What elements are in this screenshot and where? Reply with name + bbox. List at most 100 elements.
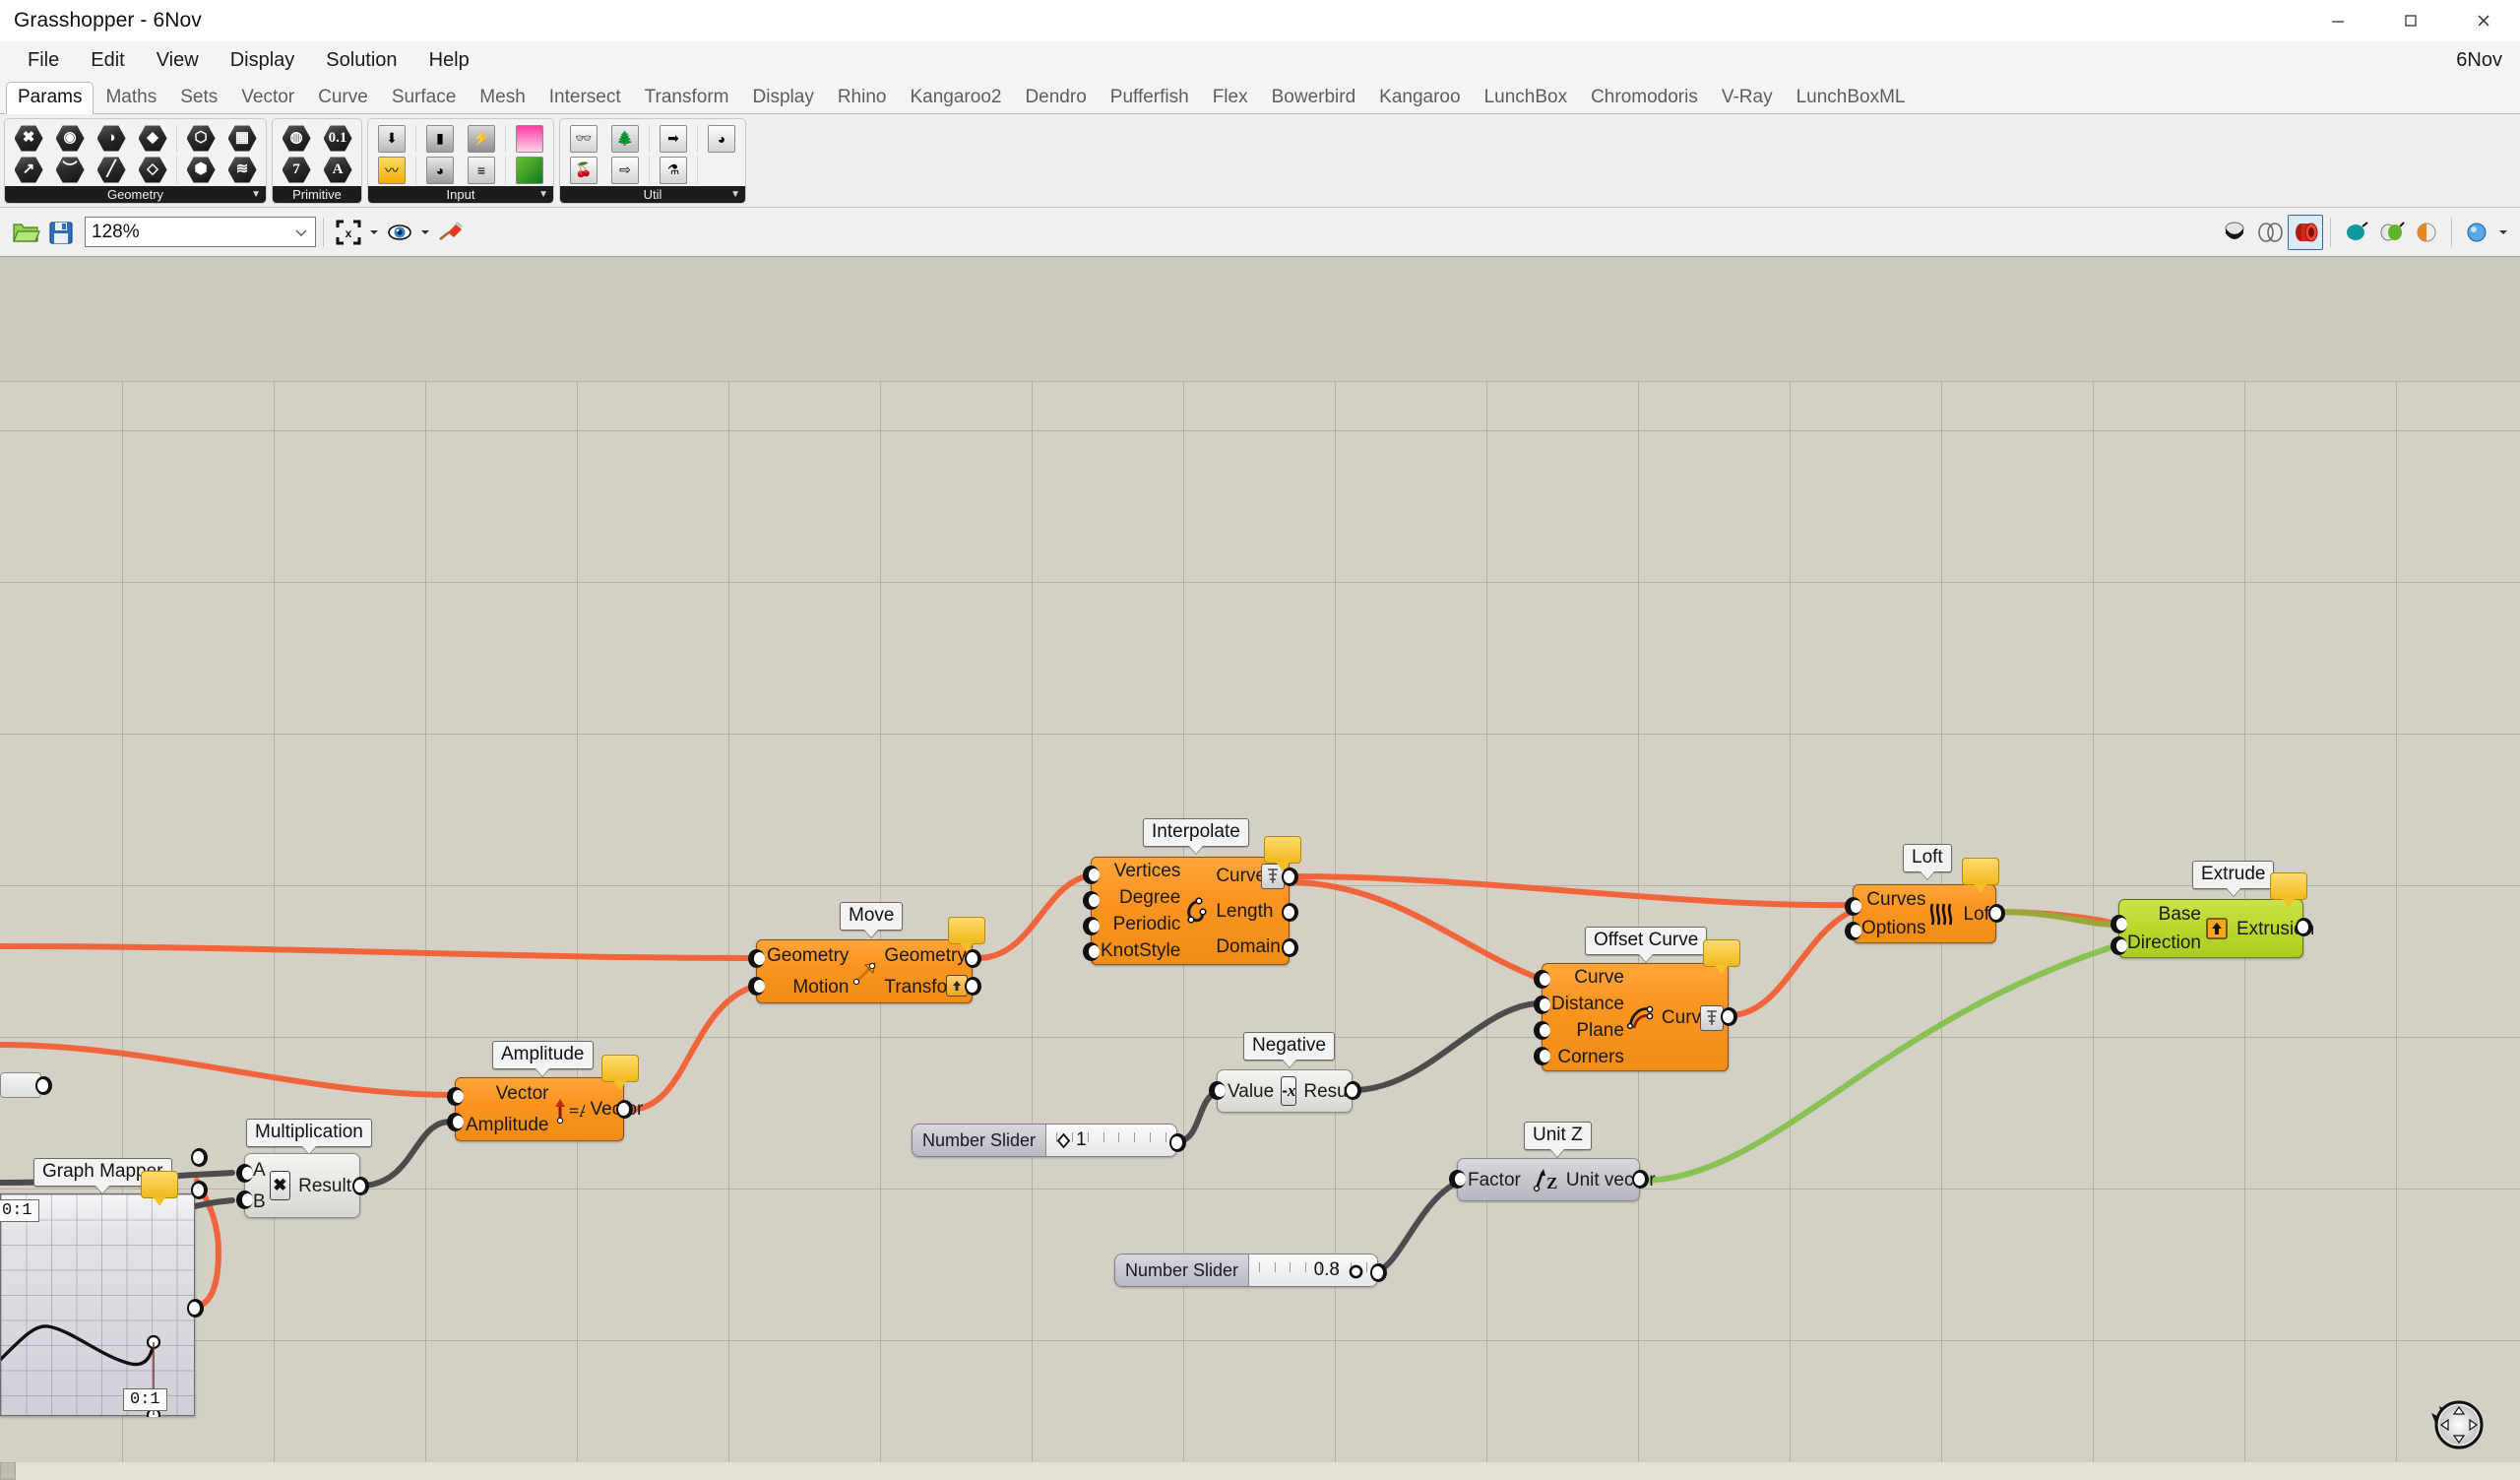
tab-rhino[interactable]: Rhino <box>826 82 899 114</box>
graph-mapper-icon[interactable]: 〰 <box>371 155 412 186</box>
open-folder-icon[interactable] <box>8 215 43 250</box>
tab-curve[interactable]: Curve <box>306 82 380 114</box>
tab-maths[interactable]: Maths <box>94 82 168 114</box>
port-in-offset-curve-corners[interactable] <box>1534 1047 1550 1065</box>
colour-swatch-icon[interactable] <box>509 155 550 186</box>
tab-flex[interactable]: Flex <box>1201 82 1260 114</box>
button-icon[interactable]: ⚡ <box>461 123 502 155</box>
graph-mapper-node[interactable]: 0:1 0:1 <box>0 1193 195 1417</box>
minimize-button[interactable] <box>2301 0 2374 41</box>
warning-balloon-extrude[interactable] <box>2270 872 2307 908</box>
tab-lunchbox[interactable]: LunchBox <box>1473 82 1580 114</box>
port-out-multiplication-result[interactable] <box>352 1177 369 1195</box>
number-slider-bottom-knob[interactable] <box>1349 1264 1363 1279</box>
ribbon-group-dropdown-icon[interactable]: ▼ <box>730 189 740 200</box>
line-param-icon[interactable]: ╱ <box>91 155 132 186</box>
navigation-compass-icon[interactable] <box>2426 1391 2487 1452</box>
port-out-amplitude-vector[interactable] <box>616 1100 633 1119</box>
port-out-upper-left[interactable] <box>191 1148 208 1167</box>
port-out-offscreen-stub[interactable] <box>35 1076 52 1095</box>
number-slider-icon[interactable]: ⬇ <box>371 123 412 155</box>
value-list-icon[interactable]: ≡ <box>461 155 502 186</box>
menu-item-edit[interactable]: Edit <box>75 45 140 76</box>
unit-z-node[interactable]: Factor Z Unit vector <box>1457 1158 1656 1201</box>
surface-param-icon[interactable]: ◆ <box>132 123 173 155</box>
menu-item-solution[interactable]: Solution <box>310 45 412 76</box>
port-in-interpolate-vertices[interactable] <box>1083 866 1100 884</box>
number-param-icon[interactable]: 0.1 <box>317 123 358 155</box>
port-in-interpolate-degree[interactable] <box>1083 891 1100 910</box>
curve-param-icon[interactable]: ︶ <box>49 155 91 186</box>
knob-icon[interactable]: ◕ <box>419 155 461 186</box>
port-out-offset-curve-curve[interactable] <box>1721 1007 1737 1026</box>
port-out-move-transform[interactable] <box>965 977 981 996</box>
text-param-icon[interactable]: A <box>317 155 358 186</box>
port-out-extrude-extrusion[interactable] <box>2296 918 2312 936</box>
amplitude-node[interactable]: Vector Amplitude =A Vector <box>455 1077 643 1141</box>
sphere-display-icon[interactable] <box>2459 215 2494 250</box>
tab-surface[interactable]: Surface <box>380 82 468 114</box>
port-in-multiplication-a[interactable] <box>236 1164 253 1183</box>
warning-balloon-graph-mapper[interactable] <box>141 1171 178 1206</box>
tab-mesh[interactable]: Mesh <box>468 82 536 114</box>
port-in-offset-curve-curve[interactable] <box>1534 970 1550 989</box>
preview-eye-icon[interactable] <box>382 215 417 250</box>
field-param-icon[interactable]: ≋ <box>221 155 263 186</box>
port-in-negative-value[interactable] <box>1209 1081 1226 1100</box>
preview-dropdown-icon[interactable] <box>417 215 433 250</box>
warning-balloon-move[interactable] <box>948 917 985 952</box>
interpolate-node[interactable]: Vertices Degree Periodic KnotStyle Curve… <box>1091 857 1290 965</box>
port-in-interpolate-periodic[interactable] <box>1083 917 1100 935</box>
relay-outline-icon[interactable]: ⇨ <box>604 155 646 186</box>
multiplication-node[interactable]: A B ✖ Result <box>244 1153 360 1218</box>
port-out-interpolate-curve[interactable] <box>1282 868 1298 886</box>
bake-paintbrush-icon[interactable] <box>433 215 469 250</box>
boolean-param-icon[interactable]: ◍ <box>276 123 317 155</box>
tab-vector[interactable]: Vector <box>229 82 306 114</box>
ribbon-group-dropdown-icon[interactable]: ▼ <box>251 189 261 200</box>
port-out-number-slider-top[interactable] <box>1169 1133 1186 1152</box>
tab-intersect[interactable]: Intersect <box>537 82 633 114</box>
boolean-toggle-icon[interactable]: ▮ <box>419 123 461 155</box>
integer-param-icon[interactable]: 7 <box>276 155 317 186</box>
port-in-move-geometry[interactable] <box>748 949 765 968</box>
loft-node[interactable]: Curves Options Loft <box>1853 884 1996 943</box>
tab-transform[interactable]: Transform <box>633 82 741 114</box>
mesh-param-icon[interactable]: ▦ <box>221 123 263 155</box>
port-in-offset-curve-plane[interactable] <box>1534 1021 1550 1040</box>
close-button[interactable] <box>2447 0 2520 41</box>
negative-node[interactable]: Value -x Result <box>1217 1069 1356 1113</box>
port-out-interpolate-length[interactable] <box>1282 903 1298 922</box>
relay-icon[interactable]: ➡ <box>653 123 694 155</box>
warning-balloon-amplitude[interactable] <box>601 1055 639 1090</box>
port-out-move-geometry[interactable] <box>965 949 981 968</box>
data-tree-icon[interactable]: 🌲 <box>604 123 646 155</box>
zoom-level-combo[interactable]: 128% <box>85 217 316 247</box>
shade-half-icon[interactable] <box>2409 215 2444 250</box>
tab-v-ray[interactable]: V-Ray <box>1710 82 1785 114</box>
group-icon[interactable]: 👓 <box>563 123 604 155</box>
port-out-loft[interactable] <box>1988 904 2005 923</box>
port-in-amplitude-vector[interactable] <box>447 1087 464 1106</box>
tab-kangaroo2[interactable]: Kangaroo2 <box>898 82 1013 114</box>
cherry-picker-icon[interactable]: 🍒 <box>563 155 604 186</box>
transparent-preview-icon[interactable] <box>2338 215 2373 250</box>
port-in-move-motion[interactable] <box>748 977 765 996</box>
port-out-number-slider-bottom[interactable] <box>1370 1263 1387 1282</box>
save-disk-icon[interactable] <box>43 215 79 250</box>
port-out-interpolate-domain[interactable] <box>1282 938 1298 957</box>
number-slider-top-knob[interactable] <box>1056 1133 1071 1148</box>
tab-params[interactable]: Params <box>6 82 94 114</box>
offset-curve-node[interactable]: Curve Distance Plane Corners Curve <box>1542 963 1729 1071</box>
zoom-extents-dropdown-icon[interactable] <box>366 215 382 250</box>
flask-icon[interactable]: ⚗ <box>653 155 694 186</box>
port-in-offset-curve-distance[interactable] <box>1534 996 1550 1014</box>
display-dropdown-icon[interactable] <box>2494 215 2512 250</box>
wireframe-preview-icon[interactable] <box>2252 215 2288 250</box>
number-slider-bottom-track[interactable]: 0.8 <box>1249 1255 1377 1286</box>
gradient-icon[interactable] <box>509 123 550 155</box>
vector-param-icon[interactable]: ↗ <box>8 155 49 186</box>
menu-item-view[interactable]: View <box>141 45 215 76</box>
ribbon-group-dropdown-icon[interactable]: ▼ <box>538 189 548 200</box>
port-in-extrude-base[interactable] <box>2110 915 2127 933</box>
